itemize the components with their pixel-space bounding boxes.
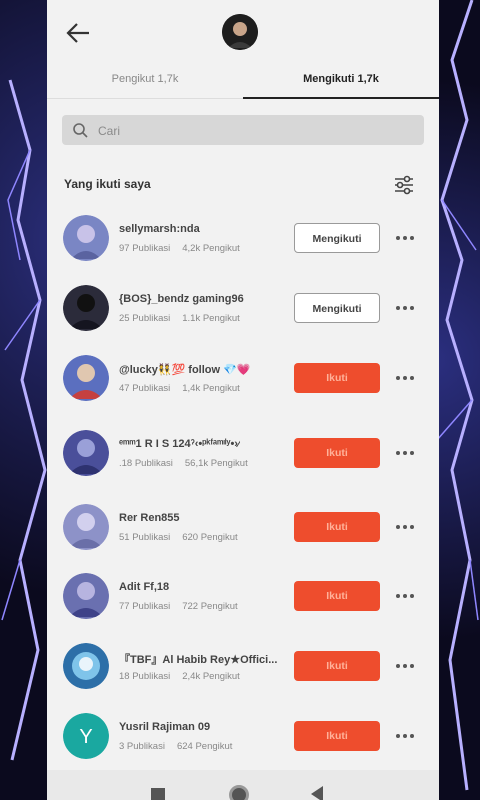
more-options-icon[interactable] [395,663,415,669]
nav-back-icon[interactable] [311,786,323,800]
avatar-image [63,504,109,550]
avatar[interactable] [63,215,109,261]
active-tab-indicator [243,97,439,99]
follow-button[interactable]: Ikuti [294,651,380,681]
avatar[interactable] [63,573,109,619]
post-count: 47 Publikasi [119,383,171,394]
follow-button[interactable]: Ikuti [294,438,380,468]
user-name[interactable]: ᵉᵐᵐ1 R I S 124ˀ‹•ᵖᵏᶠᵃᵐᶦˡʸ•›⁄ [119,438,240,450]
tab-bar: Pengikut 1,7k Mengikuti 1,7k [47,62,439,99]
user-name[interactable]: sellymarsh:nda [119,223,200,235]
user-name[interactable]: 『TBF』Al Habib Rey★Offici... [119,651,277,667]
user-stats: 18 Publikasi 2,4k Pengikut [119,671,240,682]
more-options-icon[interactable] [395,375,415,381]
follow-button[interactable]: Ikuti [294,721,380,751]
avatar[interactable] [63,355,109,401]
avatar-image [63,430,109,476]
follower-count: 56,1k Pengikut [184,458,248,469]
post-count: 3 Publikasi [119,741,165,752]
follow-button[interactable]: Ikuti [294,581,380,611]
list-item[interactable]: 『TBF』Al Habib Rey★Offici... 18 Publikasi… [47,633,439,699]
list-item[interactable]: Y Yusril Rajiman 09 3 Publikasi 624 Pengi… [47,703,439,769]
follower-count: 624 Pengikut [176,741,233,752]
search-icon [73,123,88,138]
post-count: 97 Publikasi [119,243,171,254]
user-stats: 51 Publikasi 620 Pengikut [119,532,238,543]
profile-avatar-image [222,14,258,50]
list-item[interactable]: @lucky👯💯 follow 💎💗 47 Publikasi 1,4k Peng… [47,345,439,411]
more-options-icon[interactable] [395,524,415,530]
more-options-icon[interactable] [395,235,415,241]
follower-count: 1,4k Pengikut [182,383,240,394]
header [47,8,439,58]
user-name[interactable]: Rer Ren855 [119,512,180,524]
back-arrow-icon[interactable] [63,18,93,48]
user-stats: 25 Publikasi 1.1k Pengikut [119,313,240,324]
avatar-image [63,285,109,331]
list-item[interactable]: sellymarsh:nda 97 Publikasi 4,2k Pengikut… [47,205,439,271]
user-stats: 97 Publikasi 4,2k Pengikut [119,243,240,254]
avatar[interactable]: Y [63,713,109,759]
lightning-right [436,0,479,791]
user-name[interactable]: Adit Ff,18 [119,581,169,593]
avatar-image: Y [63,713,109,759]
following-button[interactable]: Mengikuti [294,223,380,253]
follow-button[interactable]: Ikuti [294,363,380,393]
follower-count: 722 Pengikut [182,601,238,612]
avatar[interactable] [63,504,109,550]
follower-count: 1.1k Pengikut [182,313,240,324]
list-item[interactable]: Rer Ren855 51 Publikasi 620 Pengikut Ikut… [47,494,439,560]
status-bar [47,0,439,8]
tab-following[interactable]: Mengikuti 1,7k [243,62,439,99]
more-options-icon[interactable] [395,450,415,456]
section-title: Yang ikuti saya [64,177,151,191]
search-bar[interactable] [62,115,424,145]
recent-apps-icon[interactable] [151,788,165,800]
follow-button[interactable]: Ikuti [294,512,380,542]
user-stats: 3 Publikasi 624 Pengikut [119,741,232,752]
avatar-image [63,215,109,261]
avatar-image [63,573,109,619]
filter-icon[interactable] [393,173,415,195]
user-name[interactable]: Yusril Rajiman 09 [119,721,210,733]
avatar[interactable] [63,285,109,331]
follower-count: 4,2k Pengikut [182,243,240,254]
more-options-icon[interactable] [395,733,415,739]
avatar-initial: Y [79,726,92,748]
user-name[interactable]: {BOS}_bendz gaming96 [119,293,244,305]
user-stats: 47 Publikasi 1,4k Pengikut [119,383,240,394]
more-options-icon[interactable] [395,593,415,599]
follower-count: 620 Pengikut [182,532,238,543]
user-stats: .18 Publikasi 56,1k Pengikut [119,458,248,469]
post-count: .18 Publikasi [119,458,173,469]
system-nav-bar [47,770,439,800]
lightning-left [1,79,47,761]
avatar[interactable] [63,643,109,689]
avatar-image [63,643,109,689]
more-options-icon[interactable] [395,305,415,311]
tab-followers[interactable]: Pengikut 1,7k [47,62,243,98]
user-name[interactable]: @lucky👯💯 follow 💎💗 [119,363,251,376]
follower-count: 2,4k Pengikut [182,671,240,682]
post-count: 25 Publikasi [119,313,171,324]
list-item[interactable]: Adit Ff,18 77 Publikasi 722 Pengikut Ikut… [47,563,439,629]
list-item[interactable]: {BOS}_bendz gaming96 25 Publikasi 1.1k Pe… [47,275,439,341]
avatar[interactable] [63,430,109,476]
section-header: Yang ikuti saya [47,167,439,201]
user-stats: 77 Publikasi 722 Pengikut [119,601,238,612]
list-item[interactable]: ᵉᵐᵐ1 R I S 124ˀ‹•ᵖᵏᶠᵃᵐᶦˡʸ•›⁄ .18 Publika… [47,420,439,486]
profile-avatar[interactable] [222,14,258,50]
search-input[interactable] [96,119,400,143]
avatar-image [63,355,109,401]
tab-following-label: Mengikuti 1,7k [303,73,379,85]
phone-screen: Pengikut 1,7k Mengikuti 1,7k Yang ikuti … [47,0,439,800]
post-count: 51 Publikasi [119,532,171,543]
post-count: 77 Publikasi [119,601,171,612]
home-icon[interactable] [229,785,249,800]
tab-followers-label: Pengikut 1,7k [111,73,179,85]
following-button[interactable]: Mengikuti [294,293,380,323]
post-count: 18 Publikasi [119,671,171,682]
